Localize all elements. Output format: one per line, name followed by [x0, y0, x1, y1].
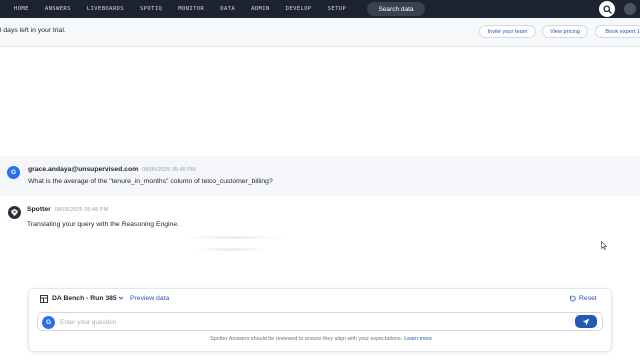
reset-button[interactable]: Reset: [569, 295, 597, 302]
spotter-name: Spotter: [27, 206, 51, 213]
question-input-box[interactable]: G: [37, 312, 603, 331]
question-input[interactable]: [60, 316, 540, 328]
spotter-timestamp: 08/05/2025 05:48 PM: [54, 207, 109, 213]
nav-home[interactable]: HOME: [6, 0, 37, 18]
disclaimer: Spotter Answers should be reviewed to en…: [29, 336, 613, 342]
message-timestamp: 08/05/2025 05:48 PM: [142, 167, 196, 173]
chevron-down-icon[interactable]: [118, 295, 124, 301]
question-composer: DA Bench - Run 385 Preview data Reset G …: [28, 288, 612, 352]
datasource-selector[interactable]: DA Bench - Run 385: [52, 295, 117, 302]
apps-icon[interactable]: [624, 3, 636, 15]
loading-shimmer: [195, 248, 265, 251]
learn-more-link[interactable]: Learn more: [404, 336, 432, 342]
send-button[interactable]: [575, 315, 597, 328]
user-question-text: What is the average of the "tenure_in_mo…: [28, 178, 273, 185]
trial-bar: l days left in your trial. Invite your t…: [0, 18, 640, 47]
view-pricing-button[interactable]: View pricing: [542, 25, 588, 38]
nav-monitor[interactable]: MONITOR: [170, 0, 212, 18]
nav-answers[interactable]: ANSWERS: [37, 0, 79, 18]
nav-spotiq[interactable]: SPOTIQ: [132, 0, 170, 18]
trial-text: l days left in your trial.: [0, 27, 66, 34]
book-expert-button[interactable]: Book expert 1:1: [595, 25, 640, 38]
nav-setup[interactable]: SETUP: [320, 0, 355, 18]
spotter-sender: Spotter 08/05/2025 05:48 PM: [27, 206, 108, 213]
sender-email: grace.andaya@unsupervised.com: [28, 166, 139, 173]
message-sender: grace.andaya@unsupervised.com 08/05/2025 …: [28, 166, 196, 173]
invite-team-button[interactable]: Invite your team: [479, 25, 536, 38]
mouse-cursor-icon: [601, 237, 608, 250]
spotter-status-text: Translating your query with the Reasonin…: [27, 221, 180, 228]
loading-shimmer: [185, 236, 285, 239]
search-icon[interactable]: [599, 1, 615, 17]
avatar: G: [7, 166, 20, 179]
reset-icon: [569, 295, 576, 302]
disclaimer-text: Spotter Answers should be reviewed to en…: [210, 336, 403, 342]
search-data-button[interactable]: Search data: [367, 2, 425, 16]
avatar: G: [42, 315, 55, 329]
spotter-logo-icon: [8, 206, 21, 219]
send-icon: [582, 318, 590, 325]
nav-admin[interactable]: ADMIN: [243, 0, 278, 18]
user-message: G grace.andaya@unsupervised.com 08/05/202…: [0, 156, 640, 196]
preview-data-link[interactable]: Preview data: [130, 295, 169, 302]
reset-label: Reset: [579, 295, 597, 302]
nav-liveboards[interactable]: LIVEBOARDS: [79, 0, 132, 18]
nav-items: HOME ANSWERS LIVEBOARDS SPOTIQ MONITOR D…: [6, 0, 354, 18]
top-nav: HOME ANSWERS LIVEBOARDS SPOTIQ MONITOR D…: [0, 0, 640, 18]
nav-develop[interactable]: DEVELOP: [278, 0, 320, 18]
nav-data[interactable]: DATA: [212, 0, 243, 18]
table-icon: [40, 295, 48, 303]
